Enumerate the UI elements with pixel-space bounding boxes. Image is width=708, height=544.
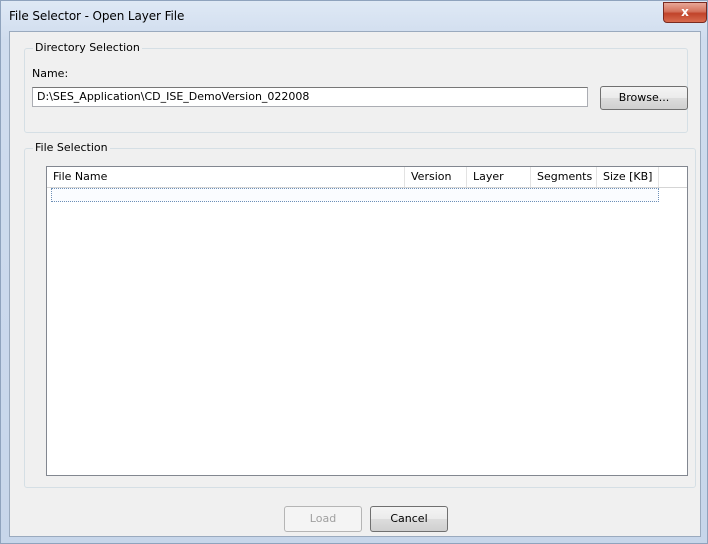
title-bar[interactable]: File Selector - Open Layer File x (1, 1, 707, 31)
close-icon: x (681, 5, 689, 19)
window-title: File Selector - Open Layer File (9, 9, 185, 23)
file-list-header: File Name Version Layer Segments Size [K… (47, 167, 687, 188)
directory-path-field[interactable]: D:\SES_Application\CD_ISE_DemoVersion_02… (32, 87, 588, 107)
file-list[interactable]: File Name Version Layer Segments Size [K… (46, 166, 688, 476)
browse-button[interactable]: Browse... (600, 86, 688, 110)
cancel-button[interactable]: Cancel (370, 506, 448, 532)
load-button[interactable]: Load (284, 506, 362, 532)
column-header-layer[interactable]: Layer (467, 167, 531, 187)
file-selection-title: File Selection (33, 141, 110, 154)
name-label: Name: (32, 67, 69, 80)
close-button[interactable]: x (663, 2, 707, 23)
dialog-window: File Selector - Open Layer File x Direct… (0, 0, 708, 544)
focused-empty-row[interactable] (51, 188, 659, 202)
column-header-size[interactable]: Size [KB] (597, 167, 659, 187)
column-header-version[interactable]: Version (405, 167, 467, 187)
column-header-segments[interactable]: Segments (531, 167, 597, 187)
dialog-client-area: Directory Selection Name: D:\SES_Applica… (9, 31, 701, 537)
column-header-file-name[interactable]: File Name (47, 167, 405, 187)
directory-selection-title: Directory Selection (33, 41, 142, 54)
